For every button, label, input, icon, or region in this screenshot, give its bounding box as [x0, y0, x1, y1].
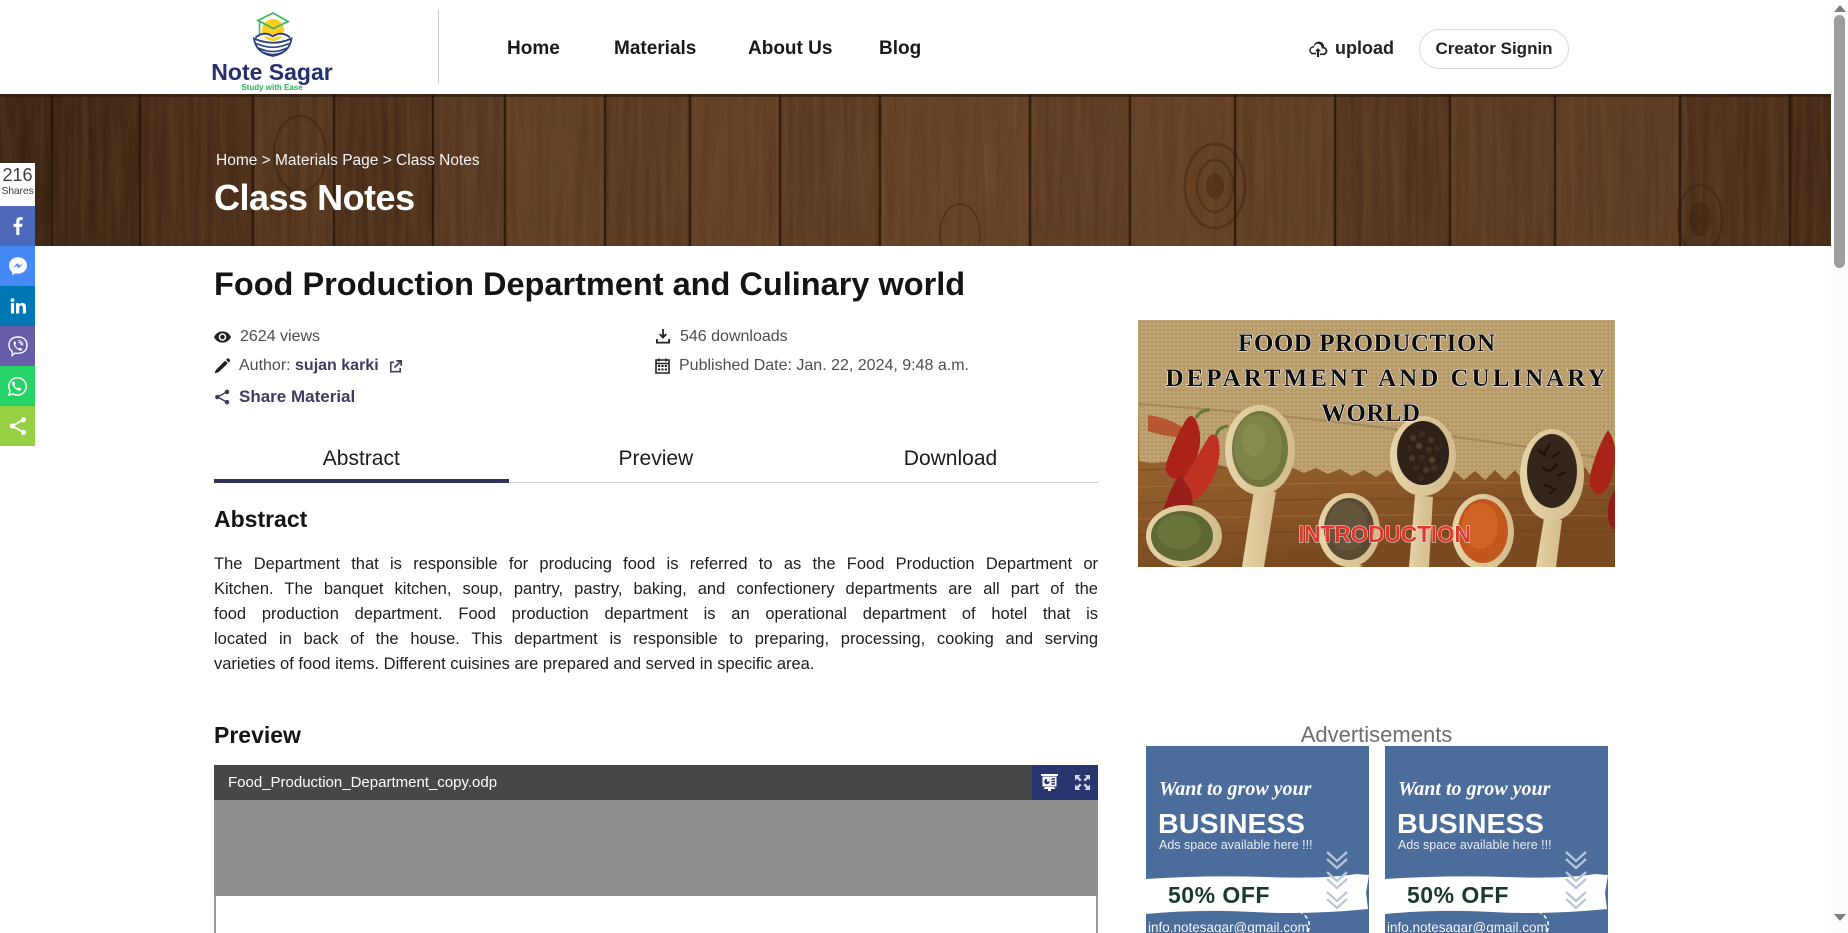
- svg-text:Ads space available here !!!: Ads space available here !!!: [1398, 838, 1552, 852]
- svg-text:DEPARTMENT AND CULINARY: DEPARTMENT AND CULINARY: [1166, 365, 1607, 392]
- svg-text:info.notesagar@gmail.com: info.notesagar@gmail.com: [1148, 920, 1309, 933]
- svg-text:Want to grow your: Want to grow your: [1398, 778, 1551, 800]
- svg-text:FOOD PRODUCTION: FOOD PRODUCTION: [1238, 330, 1496, 357]
- svg-text:INTRODUCTION: INTRODUCTION: [1298, 521, 1472, 547]
- svg-text:50% OFF: 50% OFF: [1407, 882, 1509, 908]
- svg-text:BUSINESS: BUSINESS: [1397, 808, 1544, 839]
- svg-text:50% OFF: 50% OFF: [1168, 882, 1270, 908]
- svg-text:Want to grow your: Want to grow your: [1159, 778, 1312, 800]
- svg-text:WORLD: WORLD: [1321, 400, 1421, 427]
- svg-text:info.notesagar@gmail.com: info.notesagar@gmail.com: [1387, 920, 1548, 933]
- svg-text:BUSINESS: BUSINESS: [1158, 808, 1305, 839]
- svg-text:Ads space available here !!!: Ads space available here !!!: [1159, 838, 1313, 852]
